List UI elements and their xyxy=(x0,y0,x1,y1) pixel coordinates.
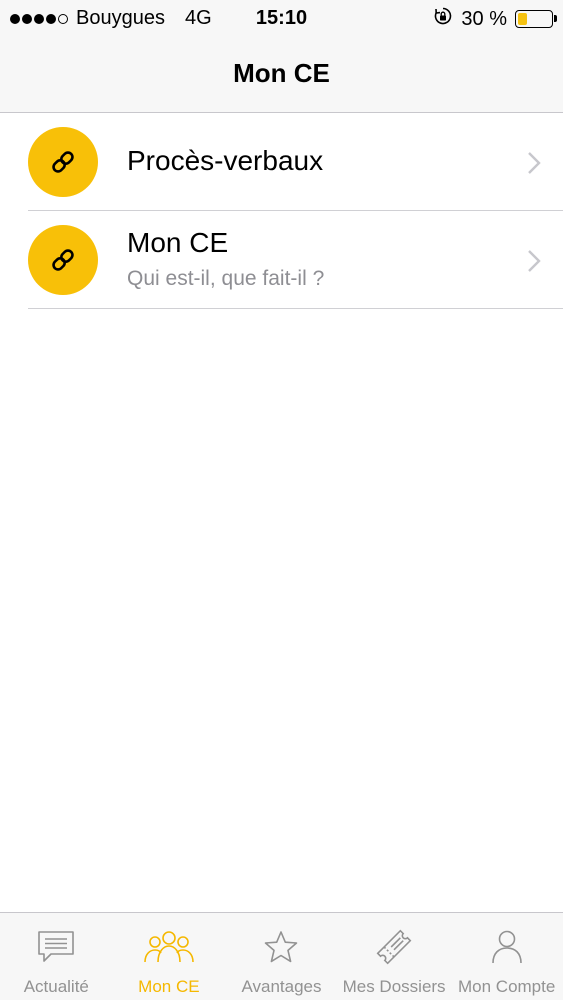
speech-bubble-icon xyxy=(28,927,84,967)
list-item-title: Mon CE xyxy=(127,227,229,258)
battery-level xyxy=(518,13,527,25)
person-icon xyxy=(479,927,535,967)
people-icon xyxy=(141,927,197,967)
rotation-lock-icon xyxy=(433,6,453,32)
tab-actualite[interactable]: Actualité xyxy=(0,913,113,1000)
chevron-right-icon xyxy=(527,151,541,180)
tab-mes-dossiers[interactable]: Mes Dossiers xyxy=(338,913,451,1000)
chevron-right-icon xyxy=(527,249,541,278)
list-item-mon-ce[interactable]: Mon CE Qui est-il, que fait-il ? xyxy=(28,211,563,309)
list-item-subtitle: Qui est-il, que fait-il ? xyxy=(127,267,325,290)
navigation-bar: Mon CE xyxy=(0,36,563,113)
link-icon xyxy=(28,225,98,295)
page-title: Mon CE xyxy=(233,58,330,88)
tab-bar: Actualité Mon CE Avantages Mes Dossiers … xyxy=(0,912,563,1000)
menu-list: Procès-verbaux Mon CE Qui est-il, que fa… xyxy=(0,113,563,309)
tab-mon-compte[interactable]: Mon Compte xyxy=(450,913,563,1000)
tab-mon-ce[interactable]: Mon CE xyxy=(113,913,226,1000)
tab-avantages[interactable]: Avantages xyxy=(225,913,338,1000)
ticket-icon xyxy=(366,927,422,967)
screen: Bouygues 4G 15:10 30 % Mon CE Procès-ver… xyxy=(0,0,563,1000)
tab-label: Mon Compte xyxy=(458,977,556,996)
status-right: 30 % xyxy=(433,6,557,32)
status-bar: Bouygues 4G 15:10 30 % xyxy=(0,0,563,36)
battery-percent: 30 % xyxy=(461,7,507,30)
list-item-title: Procès-verbaux xyxy=(127,145,324,176)
star-icon xyxy=(253,927,309,967)
battery-icon xyxy=(515,10,557,28)
list-item-proces-verbaux[interactable]: Procès-verbaux xyxy=(28,113,563,211)
link-icon xyxy=(28,127,98,197)
